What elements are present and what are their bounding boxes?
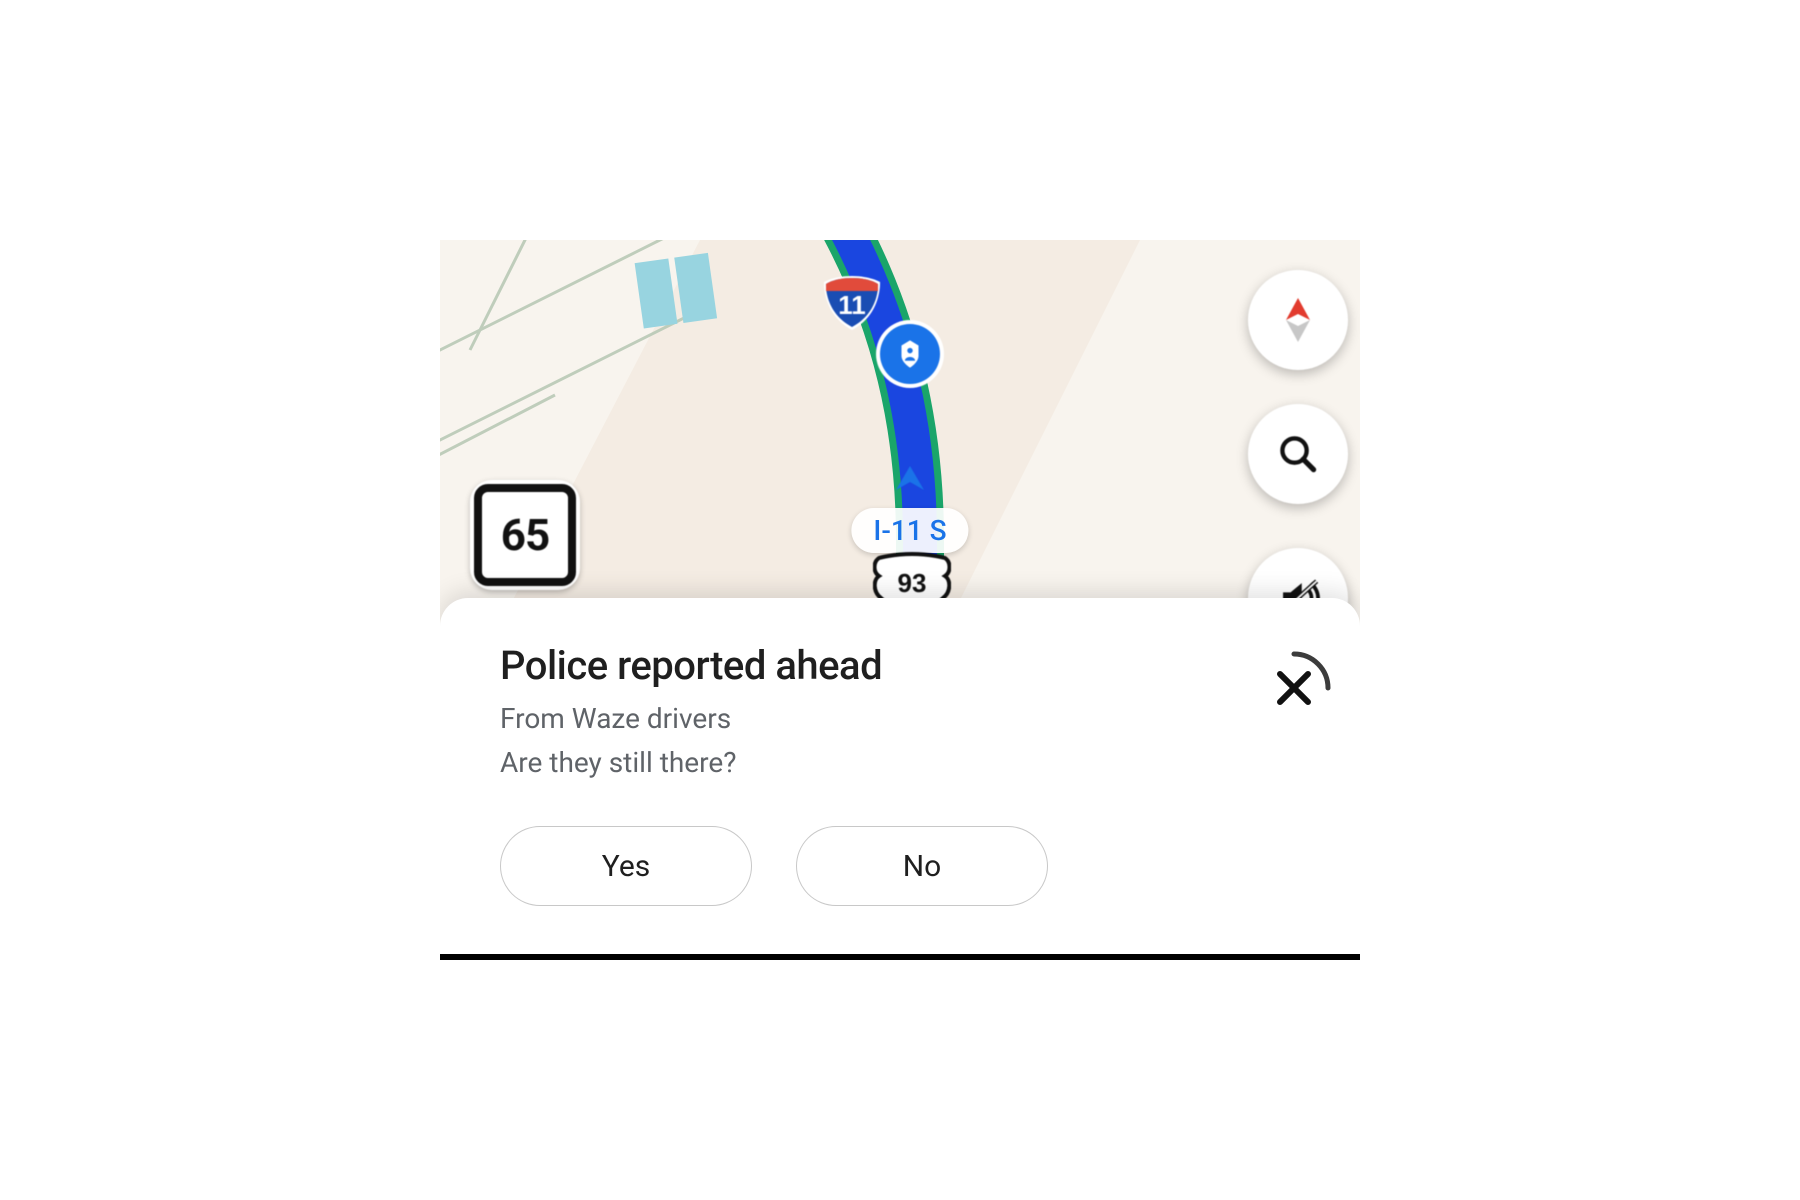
confirm-yes-button[interactable]: Yes — [500, 826, 752, 906]
interstate-shield-number: 11 — [838, 290, 866, 320]
alert-question: Are they still there? — [500, 741, 1300, 784]
alert-source: From Waze drivers — [500, 697, 1300, 740]
police-badge-icon[interactable] — [880, 324, 940, 384]
search-icon — [1272, 428, 1324, 480]
system-nav-bar — [440, 954, 1360, 960]
interstate-shield-icon: 11 — [820, 270, 884, 334]
alert-sheet: Police reported ahead From Waze drivers … — [440, 598, 1360, 954]
phone-viewport: 65 11 I-11 S 93 — [440, 240, 1360, 960]
countdown-ring-icon — [1254, 648, 1334, 728]
alert-title: Police reported ahead — [500, 642, 1300, 689]
speed-limit-sign: 65 — [470, 480, 580, 590]
us-route-number: 93 — [898, 568, 927, 598]
confirm-no-button[interactable]: No — [796, 826, 1048, 906]
current-road-label: I-11 S — [851, 508, 968, 553]
dismiss-alert-button[interactable] — [1262, 656, 1326, 720]
direction-arrow-icon — [890, 460, 930, 500]
speed-limit-value: 65 — [501, 509, 550, 561]
compass-icon — [1268, 290, 1328, 350]
compass-button[interactable] — [1248, 270, 1348, 370]
map-controls — [1248, 270, 1348, 638]
search-button[interactable] — [1248, 404, 1348, 504]
